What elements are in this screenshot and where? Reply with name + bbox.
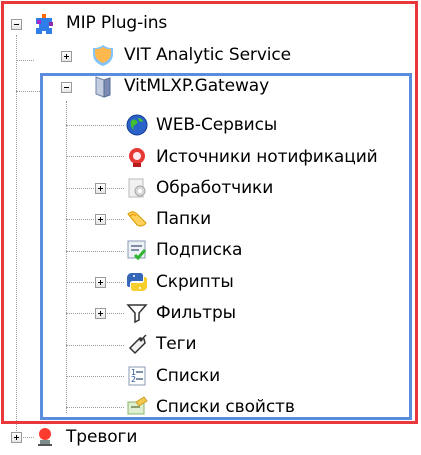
folder-icon [124, 206, 150, 232]
vitmlxp-gateway-expander[interactable] [61, 82, 72, 93]
tree-view: MIP Plug-ins VIT Analytic Service VitMLX… [0, 0, 421, 455]
property-list-icon [124, 394, 150, 420]
tree-item-notification-sources[interactable]: Источники нотификаций [156, 144, 378, 170]
filters-expander[interactable] [95, 308, 106, 319]
tag-icon [124, 331, 150, 357]
tree-root-mip-plugins[interactable]: MIP Plug-ins [66, 10, 167, 36]
python-icon [124, 269, 150, 295]
svg-text:2: 2 [131, 375, 136, 384]
shield-icon [90, 42, 116, 68]
subscription-icon [124, 237, 150, 263]
root-expander[interactable] [11, 19, 22, 30]
handlers-expander[interactable] [95, 183, 106, 194]
tree-item-tags[interactable]: Теги [156, 331, 197, 357]
alarms-expander[interactable] [11, 432, 22, 443]
tree-item-property-lists[interactable]: Списки свойств [156, 394, 295, 420]
handler-icon [124, 175, 150, 201]
tree-item-handlers[interactable]: Обработчики [156, 175, 273, 201]
tree-item-lists[interactable]: Списки [156, 363, 220, 389]
gateway-icon [90, 73, 116, 99]
tree-item-vit-analytic-service[interactable]: VIT Analytic Service [124, 42, 291, 68]
tree-item-alarms[interactable]: Тревоги [66, 424, 137, 450]
tree-item-subscription[interactable]: Подписка [156, 237, 242, 263]
tree-item-scripts[interactable]: Скрипты [156, 269, 234, 295]
alarm-icon [32, 424, 58, 450]
folders-expander[interactable] [95, 214, 106, 225]
scripts-expander[interactable] [95, 277, 106, 288]
globe-icon [124, 112, 150, 138]
tree-item-vitmlxp-gateway[interactable]: VitMLXP.Gateway [124, 73, 269, 99]
notification-source-icon [124, 144, 150, 170]
tree-root-label: MIP Plug-ins [66, 13, 168, 33]
tree-item-filters[interactable]: Фильтры [156, 300, 236, 326]
tree-item-web-services[interactable]: WEB-Сервисы [156, 112, 277, 138]
puzzle-icon [32, 10, 58, 36]
filter-icon [124, 300, 150, 326]
vit-analytic-service-expander[interactable] [61, 51, 72, 62]
list-icon: 1 2 [124, 363, 150, 389]
tree-item-folders[interactable]: Папки [156, 206, 211, 232]
